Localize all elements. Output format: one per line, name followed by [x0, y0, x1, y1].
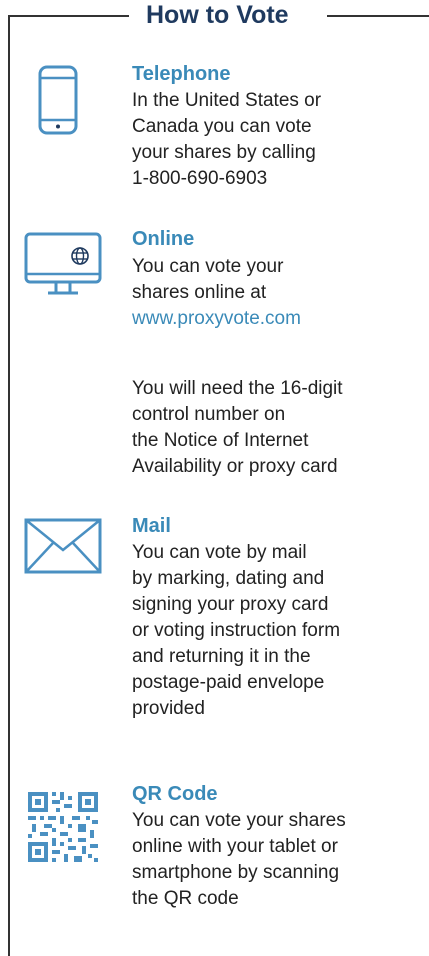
text-line: the QR code — [132, 888, 239, 909]
text-line: provided — [132, 698, 205, 719]
text-line: 1-800-690-6903 — [132, 168, 268, 189]
frame-top-line-right — [327, 15, 429, 17]
frame-top-line-left — [8, 15, 129, 17]
online-note: You will need the 16-digit control numbe… — [132, 376, 422, 480]
proxyvote-link[interactable]: www.proxyvote.com — [132, 306, 422, 332]
mail-text: You can vote by mail by marking, dating … — [132, 540, 422, 722]
computer-globe-icon — [24, 232, 102, 295]
frame-left-line — [8, 15, 10, 956]
text-line: In the United States or — [132, 90, 322, 111]
text-line: smartphone by scanning — [132, 862, 340, 883]
qr-code-heading: QR Code — [132, 783, 218, 805]
online-heading: Online — [132, 228, 195, 250]
text-line: signing your proxy card — [132, 594, 329, 615]
text-line: and returning it in the — [132, 646, 311, 667]
envelope-icon — [24, 518, 102, 574]
telephone-heading: Telephone — [132, 63, 231, 85]
text-line: your shares by calling — [132, 142, 316, 163]
text-line: You will need the 16-digit — [132, 378, 343, 399]
text-line: You can vote your shares — [132, 810, 346, 831]
text-line: the Notice of Internet — [132, 430, 309, 451]
online-text: You can vote your shares online at www.p… — [132, 254, 422, 332]
text-line: online with your tablet or — [132, 836, 338, 857]
text-line: You can vote by mail — [132, 542, 307, 563]
text-line: postage-paid envelope — [132, 672, 325, 693]
text-line: shares online at — [132, 282, 267, 303]
text-line: or voting instruction form — [132, 620, 341, 641]
qr-code-icon — [28, 792, 98, 862]
text-line: Canada you can vote — [132, 116, 312, 137]
text-line: You can vote your — [132, 256, 284, 277]
text-line: Availability or proxy card — [132, 456, 338, 477]
mail-heading: Mail — [132, 515, 171, 537]
page-title: How to Vote — [146, 1, 289, 29]
text-line: by marking, dating and — [132, 568, 325, 589]
qr-code-text: You can vote your shares online with you… — [132, 808, 422, 912]
phone-icon — [38, 65, 78, 135]
telephone-text: In the United States or Canada you can v… — [132, 88, 422, 192]
text-line: control number on — [132, 404, 286, 425]
